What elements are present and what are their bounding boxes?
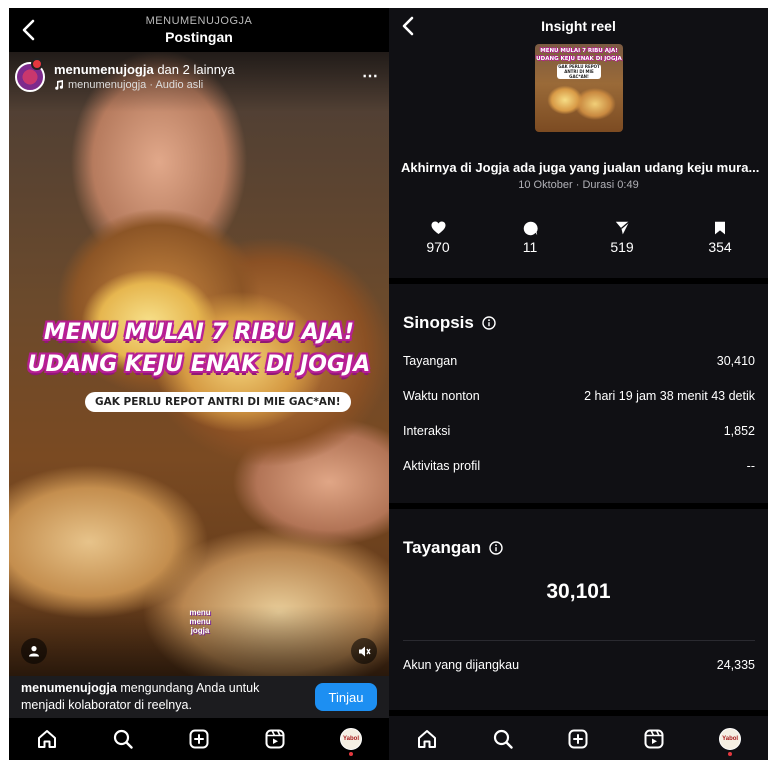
reached-accounts-row: Akun yang dijangkau 24,335 (403, 658, 755, 672)
nav-create[interactable] (562, 723, 594, 755)
likes-count: 970 (426, 239, 450, 255)
insights-header: Insight reel (389, 8, 768, 44)
info-icon[interactable] (489, 541, 503, 555)
notification-dot (349, 752, 353, 756)
reels-icon (644, 729, 664, 749)
reel-insights-panel: Insight reel MENU MULAI 7 RIBU AJA! UDAN… (389, 8, 768, 760)
tayangan-title-label: Tayangan (403, 538, 482, 557)
views-total: 30,101 (546, 580, 611, 603)
post-header: MENUMENUJOGJA Postingan (9, 8, 389, 52)
sinopsis-row-watch-time: Waktu nonton 2 hari 19 jam 38 menit 43 d… (403, 389, 755, 403)
tayangan-title: Tayangan (403, 538, 503, 558)
thumb-caption-line3: GAK PERLU REPOT ANTRI DI MIE GAC*AN! (557, 64, 601, 79)
collab-invite-banner: menumenujogja mengundang Anda untuk menj… (9, 676, 389, 718)
thumb-caption-line2: UDANG KEJU ENAK DI JOGJA (536, 56, 622, 62)
audio-line[interactable]: menumenujogja · Audio asli (54, 79, 203, 91)
info-icon[interactable] (482, 316, 496, 330)
bookmark-icon (715, 221, 725, 235)
page-title: Insight reel (541, 18, 616, 34)
reel-title: Akhirnya di Jogja ada juga yang jualan u… (401, 160, 760, 175)
more-options-icon[interactable]: ⋯ (362, 66, 379, 86)
bottom-nav: Yabol (389, 718, 768, 760)
shares-count: 519 (610, 239, 634, 255)
sinopsis-title-label: Sinopsis (403, 313, 474, 332)
account-name[interactable]: menumenujogja dan 2 lainnya (54, 62, 235, 77)
reel-thumbnail[interactable]: MENU MULAI 7 RIBU AJA! UDANG KEJU ENAK D… (535, 44, 623, 132)
mute-button[interactable] (351, 638, 377, 664)
nav-home[interactable] (31, 723, 63, 755)
profile-avatar: Yabol (340, 728, 362, 750)
nav-search[interactable] (107, 723, 139, 755)
account-username[interactable]: menumenujogja (54, 62, 154, 77)
row-value: -- (746, 459, 755, 473)
nav-profile[interactable]: Yabol (335, 723, 367, 756)
reel-video[interactable]: menumenujogja dan 2 lainnya menumenujogj… (9, 52, 389, 676)
audio-label: menumenujogja · Audio asli (68, 79, 204, 91)
account-suffix[interactable]: dan 2 lainnya (157, 62, 234, 77)
plus-square-icon (189, 729, 209, 749)
row-label: Interaksi (403, 424, 451, 438)
row-label: Waktu nonton (403, 389, 480, 403)
reel-meta: 10 Oktober · Durasi 0:49 (518, 179, 639, 191)
video-caption-subline: GAK PERLU REPOT ANTRI DI MIE GAC*AN! (85, 392, 351, 412)
page-title: Postingan (165, 29, 233, 45)
row-label: Aktivitas profil (403, 459, 481, 473)
collab-account[interactable]: menumenujogja (21, 681, 117, 695)
row-label: Akun yang dijangkau (403, 658, 520, 672)
collab-invite-text: menumenujogja mengundang Anda untuk menj… (21, 680, 301, 714)
review-button[interactable]: Tinjau (315, 683, 377, 711)
account-handle-subtitle: MENUMENUJOGJA (145, 15, 253, 27)
video-caption-line1: MENU MULAI 7 RIBU AJA! (43, 320, 355, 345)
brand-watermark: menu menu jogja (189, 608, 211, 635)
row-value: 24,335 (716, 658, 755, 672)
send-icon (615, 221, 630, 235)
profile-avatar: Yabol (719, 728, 742, 750)
bottom-nav: Yabol (9, 718, 389, 760)
nav-search[interactable] (487, 723, 519, 755)
section-divider (389, 710, 768, 716)
tagged-users-button[interactable] (21, 638, 47, 664)
nav-reels[interactable] (259, 723, 291, 755)
nav-home[interactable] (411, 723, 443, 755)
search-icon (493, 729, 513, 749)
notification-dot (728, 752, 733, 756)
section-divider (389, 278, 768, 284)
post-viewer-panel: MENUMENUJOGJA Postingan menumenujogja da… (9, 8, 389, 760)
sinopsis-row-profile-activity: Aktivitas profil -- (403, 459, 755, 473)
row-value: 1,852 (723, 424, 755, 438)
sinopsis-row-interactions: Interaksi 1,852 (403, 424, 755, 438)
engagement-stats: 970 11 519 354 (389, 220, 768, 270)
comments-count: 11 (522, 239, 538, 255)
speaker-muted-icon (358, 646, 371, 656)
music-note-icon (55, 80, 64, 90)
reels-icon (265, 729, 285, 749)
saves-count: 354 (708, 239, 732, 255)
search-icon (113, 729, 133, 749)
collab-badge-icon (31, 58, 43, 70)
section-divider (389, 503, 768, 509)
home-icon (417, 730, 436, 748)
stat-comments: 11 (500, 220, 560, 255)
user-icon (29, 646, 39, 657)
row-value: 30,410 (716, 354, 755, 368)
nav-reels[interactable] (638, 723, 670, 755)
nav-create[interactable] (183, 723, 215, 755)
stat-likes: 970 (408, 220, 468, 255)
home-icon (38, 730, 56, 748)
video-caption-line2: UDANG KEJU ENAK DI JOGJA (27, 352, 371, 377)
comment-icon (523, 221, 538, 235)
row-label: Tayangan (403, 354, 458, 368)
sinopsis-title: Sinopsis (403, 313, 496, 333)
row-value: 2 hari 19 jam 38 menit 43 detik (584, 389, 755, 403)
sinopsis-row-views: Tayangan 30,410 (403, 354, 755, 368)
nav-profile[interactable]: Yabol (714, 723, 746, 756)
row-separator (403, 640, 755, 641)
stat-saves: 354 (690, 220, 750, 255)
thumb-caption-line1: MENU MULAI 7 RIBU AJA! (540, 48, 618, 54)
stat-shares: 519 (592, 220, 652, 255)
plus-square-icon (568, 729, 588, 749)
heart-icon (431, 221, 445, 234)
